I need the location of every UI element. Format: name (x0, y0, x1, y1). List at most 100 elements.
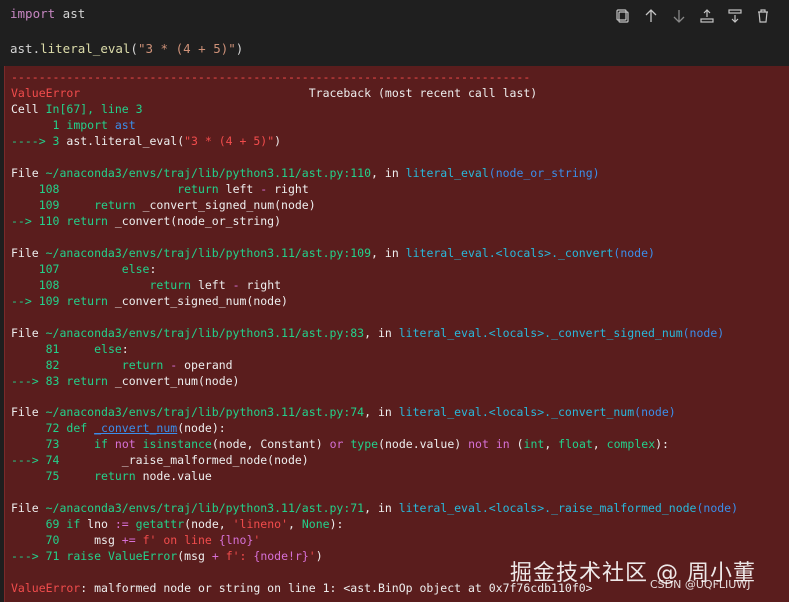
in-word: , in (364, 326, 399, 340)
trace-line-current: ---> 83 return _convert_num(node) (11, 374, 240, 389)
code: (node (378, 437, 413, 451)
line-number: 108 (11, 278, 67, 292)
code: _raise_malformed_node(node) (121, 453, 309, 467)
delete-icon[interactable] (753, 6, 773, 26)
trace-line: 73 if not isinstance(node, Constant) or … (11, 437, 669, 452)
paren: ) (235, 41, 244, 56)
code-line-1[interactable]: import ast (10, 6, 85, 21)
watermark-small: CSDN @UQFLIUWJ (650, 578, 751, 591)
trace-line-current: ---> 74 _raise_malformed_node(node) (11, 453, 309, 468)
keyword: raise (66, 549, 102, 563)
args: (node_or_string) (488, 166, 600, 180)
operator: - (232, 278, 240, 292)
dot: . (32, 41, 41, 56)
line-number: 72 (11, 421, 67, 435)
comma: , (288, 517, 302, 531)
args: (node) (634, 405, 676, 419)
code-line-2[interactable]: ast.literal_eval("3 * (4 + 5)") (10, 41, 243, 56)
function-name: _convert_num (94, 421, 178, 435)
insert-below-icon[interactable] (725, 6, 745, 26)
trace-line: 70 msg += f' on line {lno}' (11, 533, 261, 548)
file-word: File (11, 326, 46, 340)
line-arrow: --> 109 (11, 294, 67, 308)
comma: , (544, 437, 559, 451)
operator: += (121, 533, 136, 547)
in-word: , in (371, 246, 406, 260)
code: _convert_signed_num(node) (135, 198, 316, 212)
trace-line: 69 if lno := getattr(node, 'lineno', Non… (11, 517, 344, 532)
code: right (267, 182, 309, 196)
trace-line: 81 else: (11, 342, 129, 357)
function-name: literal_eval.<locals>._raise_malformed_n… (398, 501, 697, 515)
code: ast (107, 118, 136, 132)
code: lno (80, 517, 115, 531)
keyword: return (149, 278, 192, 292)
keyword: not (468, 437, 489, 451)
in-word: , in (364, 405, 399, 419)
comma: , (592, 437, 607, 451)
line-arrow: ---> 83 (11, 374, 67, 388)
string-literal: "3 * (4 + 5)" (137, 41, 236, 56)
line-number: 82 (11, 358, 67, 372)
file-word: File (11, 166, 46, 180)
frame-header: File ~/anaconda3/envs/traj/lib/python3.1… (11, 501, 738, 516)
function-name: literal_eval.<locals>._convert_num (398, 405, 635, 419)
keyword: not (114, 437, 136, 451)
file-path: ~/anaconda3/envs/traj/lib/python3.11/ast… (45, 166, 372, 180)
args: (node) (613, 246, 655, 260)
insert-above-icon[interactable] (697, 6, 717, 26)
file-word: File (11, 501, 46, 515)
trace-line: 1 import ast (11, 118, 136, 133)
error-name: ValueError (11, 86, 81, 100)
trace-line-current: --> 109 return _convert_signed_num(node) (11, 294, 288, 309)
code: ast (66, 134, 88, 148)
string-literal: "3 * (4 + 5)" (184, 134, 275, 148)
code: ( (509, 437, 524, 451)
code: msg (94, 533, 122, 547)
trace-line: 82 return - operand (11, 358, 233, 373)
code: _convert_signed_num(node) (107, 294, 288, 308)
code: : (121, 342, 129, 356)
keyword: return (66, 214, 108, 228)
line-arrow: ----> 3 (11, 134, 67, 148)
arrow-down-icon[interactable] (669, 6, 689, 26)
code: value) (419, 437, 469, 451)
exception-name: ValueError (107, 549, 178, 563)
keyword: return (177, 182, 219, 196)
keyword: or (329, 437, 344, 451)
function-name: literal_eval.<locals>._convert (405, 246, 614, 260)
builtin: getattr (135, 517, 185, 531)
keyword: def (66, 421, 88, 435)
keyword: None (301, 517, 330, 531)
builtin: complex (606, 437, 656, 451)
args: (node) (682, 326, 725, 340)
code: left (191, 278, 233, 292)
operator: + (211, 549, 219, 563)
string-literal: ' (253, 533, 261, 547)
final-error: ValueError: malformed node or string on … (11, 581, 593, 596)
frame-header: File ~/anaconda3/envs/traj/lib/python3.1… (11, 246, 655, 261)
copy-icon[interactable] (613, 6, 633, 26)
keyword: return (94, 198, 136, 212)
cell-ref: In[67], line 3 (45, 102, 143, 116)
code-cell[interactable]: import ast ast.literal_eval("3 * (4 + 5)… (0, 0, 789, 66)
trace-line: 108 return left - right (11, 182, 309, 197)
arrow-up-icon[interactable] (641, 6, 661, 26)
file-path: ~/anaconda3/envs/traj/lib/python3.11/ast… (45, 405, 365, 419)
code: literal_eval( (94, 134, 185, 148)
line-arrow: ---> 74 (11, 453, 67, 467)
frame-header: File ~/anaconda3/envs/traj/lib/python3.1… (11, 326, 724, 341)
function-name: literal_eval.<locals>._convert_signed_nu… (398, 326, 683, 340)
paren: ( (130, 41, 138, 56)
file-path: ~/anaconda3/envs/traj/lib/python3.11/ast… (45, 326, 365, 340)
keyword: import (10, 6, 56, 21)
builtin: float (558, 437, 593, 451)
